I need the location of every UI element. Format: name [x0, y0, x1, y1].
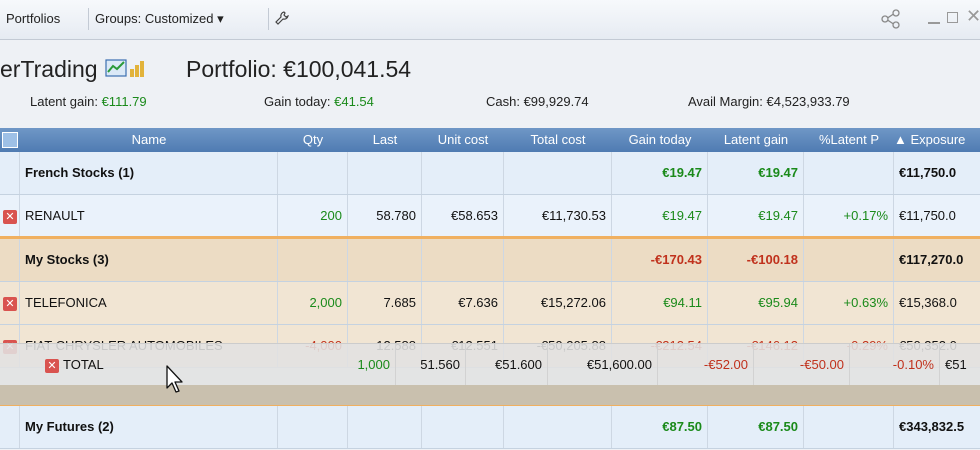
col-header-last[interactable]: Last: [348, 128, 422, 152]
position-latent-pct: +0.17%: [804, 195, 894, 237]
mouse-cursor-icon: [166, 365, 183, 393]
col-header-total-cost[interactable]: Total cost: [504, 128, 612, 152]
group-row[interactable]: My Stocks (3) -€170.43 -€100.18 €117,270…: [0, 239, 980, 282]
group-exposure: €343,832.5: [899, 419, 965, 434]
latent-gain-stat: Latent gain: €111.79: [30, 94, 147, 109]
maximize-icon[interactable]: [947, 12, 958, 23]
position-latent-gain: €19.47: [708, 195, 804, 237]
drag-row-exposure: €51: [945, 357, 967, 372]
position-qty: 2,000: [278, 282, 348, 324]
drag-row-latent-gain: -€50.00: [754, 344, 850, 386]
position-exposure: €11,750.0: [899, 208, 956, 223]
position-total-cost: €15,272.06: [504, 282, 612, 324]
portfolios-button[interactable]: Portfolios: [0, 8, 66, 30]
cash-stat: Cash: €99,929.74: [486, 94, 589, 109]
col-header-qty[interactable]: Qty: [278, 128, 348, 152]
position-latent-pct: +0.63%: [804, 282, 894, 324]
position-last: 58.780: [348, 195, 422, 237]
col-header-unit-cost[interactable]: Unit cost: [422, 128, 504, 152]
col-header-latent-gain[interactable]: Latent gain: [708, 128, 804, 152]
grid-header: Name Qty Last Unit cost Total cost Gain …: [0, 128, 980, 152]
position-name: TELEFONICA: [20, 282, 278, 324]
group-latent-gain: €87.50: [708, 406, 804, 448]
drag-row-latent-pct: -0.10%: [850, 344, 940, 386]
group-gain-today: €87.50: [612, 406, 708, 448]
group-row[interactable]: My Futures (2) €87.50 €87.50 €343,832.5: [0, 406, 980, 449]
drag-row-qty: 1,000: [300, 344, 396, 386]
wrench-button[interactable]: [268, 8, 293, 30]
col-header-gain-today[interactable]: Gain today: [612, 128, 708, 152]
group-latent-gain: €19.47: [708, 152, 804, 194]
remove-position-icon[interactable]: ✕: [45, 358, 59, 373]
group-exposure: €117,270.0: [899, 252, 964, 267]
drop-target-band: [0, 385, 980, 405]
dragged-row[interactable]: ✕ TOTAL 1,000 51.560 €51.600 €51,600.00 -…: [0, 343, 980, 386]
position-gain-today: €94.11: [612, 282, 708, 324]
share-icon[interactable]: [880, 8, 902, 30]
position-exposure: €15,368.0: [899, 295, 957, 310]
groups-dropdown[interactable]: Groups: Customized ▾: [88, 8, 230, 30]
position-name: RENAULT: [20, 195, 278, 237]
drag-row-gain-today: -€52.00: [658, 344, 754, 386]
remove-position-icon[interactable]: ✕: [0, 195, 20, 237]
close-icon[interactable]: ✕: [966, 6, 980, 27]
col-header-name[interactable]: Name: [20, 128, 278, 152]
gain-today-stat: Gain today: €41.54: [264, 94, 374, 109]
app-title: erTrading: [0, 56, 146, 83]
col-header-exposure[interactable]: ▲ Exposure: [894, 128, 980, 152]
position-latent-gain: €95.94: [708, 282, 804, 324]
position-qty: 200: [278, 195, 348, 237]
group-gain-today: €19.47: [612, 152, 708, 194]
table-row[interactable]: ✕ TELEFONICA 2,000 7.685 €7.636 €15,272.…: [0, 282, 980, 325]
wrench-icon: [275, 11, 289, 25]
portfolio-chart-icon: [105, 59, 144, 77]
position-unit-cost: €7.636: [422, 282, 504, 324]
avail-margin-stat: Avail Margin: €4,523,933.79: [688, 94, 850, 109]
group-name: My Futures (2): [20, 406, 278, 448]
portfolio-value: Portfolio: €100,041.54: [186, 56, 412, 82]
drag-row-total-cost: €51,600.00: [548, 344, 658, 386]
group-exposure: €11,750.0: [899, 165, 957, 180]
minimize-icon[interactable]: [928, 22, 940, 24]
group-gain-today: -€170.43: [612, 239, 708, 281]
remove-position-icon[interactable]: ✕: [0, 282, 20, 324]
position-total-cost: €11,730.53: [504, 195, 612, 237]
toolbar: Portfolios Groups: Customized ▾ ✕: [0, 0, 980, 40]
drag-row-unit-cost: €51.600: [466, 344, 548, 386]
drag-row-last: 51.560: [396, 344, 466, 386]
group-latent-gain: -€100.18: [708, 239, 804, 281]
table-row[interactable]: ✕ RENAULT 200 58.780 €58.653 €11,730.53 …: [0, 195, 980, 238]
position-last: 7.685: [348, 282, 422, 324]
position-unit-cost: €58.653: [422, 195, 504, 237]
col-header-latent-pct[interactable]: %Latent P: [804, 128, 894, 152]
group-name: My Stocks (3): [20, 239, 278, 281]
select-all-icon[interactable]: [0, 128, 20, 152]
group-row[interactable]: French Stocks (1) €19.47 €19.47 €11,750.…: [0, 152, 980, 195]
group-name: French Stocks (1): [20, 152, 278, 194]
position-gain-today: €19.47: [612, 195, 708, 237]
